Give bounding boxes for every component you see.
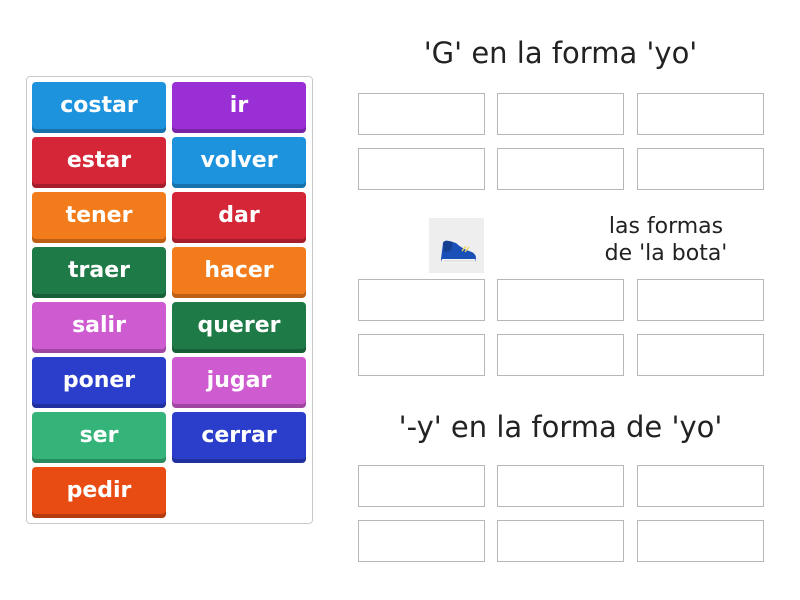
drop-slot[interactable]: [497, 279, 624, 321]
boot-sneaker-image: [429, 218, 484, 273]
drop-slot[interactable]: [637, 465, 764, 507]
drop-slot[interactable]: [358, 148, 485, 190]
word-bank: costar ir estar volver tener dar traer h…: [26, 76, 313, 524]
drop-slot[interactable]: [358, 93, 485, 135]
tile-dar[interactable]: dar: [172, 192, 306, 243]
drop-slot[interactable]: [497, 520, 624, 562]
drop-slot[interactable]: [358, 279, 485, 321]
group-title-y-yo: '-y' en la forma de 'yo': [398, 410, 723, 444]
drop-slot[interactable]: [497, 93, 624, 135]
drop-slot[interactable]: [358, 465, 485, 507]
drop-slot[interactable]: [497, 465, 624, 507]
group-title-g-yo: 'G' en la forma 'yo': [423, 36, 698, 70]
tile-querer[interactable]: querer: [172, 302, 306, 353]
tile-poner[interactable]: poner: [32, 357, 166, 408]
tile-traer[interactable]: traer: [32, 247, 166, 298]
tile-tener[interactable]: tener: [32, 192, 166, 243]
drop-slot[interactable]: [637, 334, 764, 376]
tile-ser[interactable]: ser: [32, 412, 166, 463]
drop-slot[interactable]: [637, 520, 764, 562]
tile-jugar[interactable]: jugar: [172, 357, 306, 408]
tile-costar[interactable]: costar: [32, 82, 166, 133]
drop-slot[interactable]: [358, 334, 485, 376]
group-title-boot-forms: las formas de 'la bota': [566, 213, 766, 267]
drop-slot[interactable]: [358, 520, 485, 562]
tile-volver[interactable]: volver: [172, 137, 306, 188]
tile-cerrar[interactable]: cerrar: [172, 412, 306, 463]
tile-salir[interactable]: salir: [32, 302, 166, 353]
drop-slot[interactable]: [497, 148, 624, 190]
tile-hacer[interactable]: hacer: [172, 247, 306, 298]
tile-estar[interactable]: estar: [32, 137, 166, 188]
tile-ir[interactable]: ir: [172, 82, 306, 133]
tile-pedir[interactable]: pedir: [32, 467, 166, 518]
drop-slot[interactable]: [497, 334, 624, 376]
boot-title-line1: las formas: [608, 214, 724, 239]
drop-slot[interactable]: [637, 148, 764, 190]
drop-slot[interactable]: [637, 279, 764, 321]
drop-slot[interactable]: [637, 93, 764, 135]
boot-title-line2: de 'la bota': [604, 241, 728, 266]
